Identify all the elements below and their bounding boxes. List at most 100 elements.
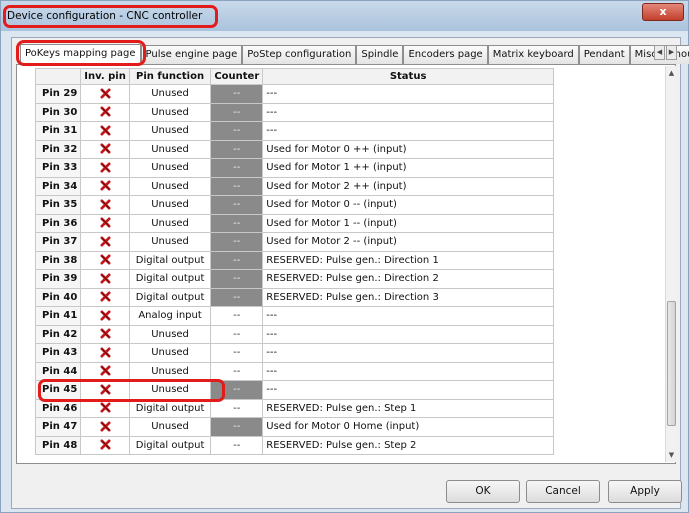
counter-cell[interactable]: -- bbox=[210, 250, 264, 270]
red-x-icon[interactable] bbox=[100, 180, 111, 191]
red-x-icon[interactable] bbox=[100, 254, 111, 265]
red-x-icon[interactable] bbox=[100, 199, 111, 210]
table-row[interactable]: Pin 47 Unused -- Used for Motor 0 Home (inp… bbox=[35, 417, 554, 437]
title-bar[interactable]: Device configuration - CNC controller x bbox=[1, 1, 688, 31]
table-row[interactable]: Pin 32 Unused -- Used for Motor 0 ++ (input… bbox=[35, 139, 554, 159]
pin-function-cell[interactable]: Unused bbox=[128, 84, 212, 104]
inv-pin-cell[interactable] bbox=[80, 435, 130, 455]
table-row[interactable]: Pin 44 Unused -- --- bbox=[35, 361, 554, 381]
counter-cell[interactable]: -- bbox=[210, 158, 264, 178]
red-x-icon[interactable] bbox=[100, 365, 111, 376]
table-row[interactable]: Pin 35 Unused -- Used for Motor 0 -- (input… bbox=[35, 195, 554, 215]
column-header-status[interactable]: Status bbox=[262, 68, 554, 85]
tab-postep-configuration[interactable]: PoStep configuration bbox=[242, 45, 357, 64]
inv-pin-cell[interactable] bbox=[80, 176, 130, 196]
counter-cell[interactable]: -- bbox=[210, 232, 264, 252]
pin-mapping-grid[interactable]: Inv. pin Pin function Counter Status Pin… bbox=[35, 68, 554, 462]
column-header-inv-pin[interactable]: Inv. pin bbox=[80, 68, 130, 85]
red-x-icon[interactable] bbox=[100, 291, 111, 302]
pin-function-cell[interactable]: Unused bbox=[128, 213, 212, 233]
inv-pin-cell[interactable] bbox=[80, 102, 130, 122]
red-x-icon[interactable] bbox=[100, 273, 111, 284]
scroll-thumb[interactable] bbox=[667, 301, 676, 426]
tab-spindle[interactable]: Spindle bbox=[356, 45, 404, 64]
red-x-icon[interactable] bbox=[100, 125, 111, 136]
table-row[interactable]: Pin 41 Analog input -- --- bbox=[35, 306, 554, 326]
inv-pin-cell[interactable] bbox=[80, 84, 130, 104]
counter-cell[interactable]: -- bbox=[210, 213, 264, 233]
table-row[interactable]: Pin 40 Digital output -- RESERVED: Pulse ge… bbox=[35, 287, 554, 307]
tab-matrix-keyboard[interactable]: Matrix keyboard bbox=[487, 45, 579, 64]
counter-cell[interactable]: -- bbox=[210, 269, 264, 289]
ok-button[interactable]: OK bbox=[446, 480, 520, 503]
inv-pin-cell[interactable] bbox=[80, 250, 130, 270]
column-header-pin-function[interactable]: Pin function bbox=[128, 68, 212, 85]
counter-cell[interactable]: -- bbox=[210, 102, 264, 122]
table-row[interactable]: Pin 30 Unused -- --- bbox=[35, 102, 554, 122]
table-row[interactable]: Pin 39 Digital output -- RESERVED: Pulse ge… bbox=[35, 269, 554, 289]
inv-pin-cell[interactable] bbox=[80, 343, 130, 363]
counter-cell[interactable]: -- bbox=[210, 121, 264, 141]
red-x-icon[interactable] bbox=[100, 402, 111, 413]
inv-pin-cell[interactable] bbox=[80, 232, 130, 252]
red-x-icon[interactable] bbox=[100, 106, 111, 117]
red-x-icon[interactable] bbox=[100, 217, 111, 228]
red-x-icon[interactable] bbox=[100, 421, 111, 432]
pin-function-cell[interactable]: Unused bbox=[128, 158, 212, 178]
red-x-icon[interactable] bbox=[100, 88, 111, 99]
table-row[interactable]: Pin 34 Unused -- Used for Motor 2 ++ (input… bbox=[35, 176, 554, 196]
red-x-icon[interactable] bbox=[100, 439, 111, 450]
column-header-counter[interactable]: Counter bbox=[210, 68, 264, 85]
pin-function-cell[interactable]: Digital output bbox=[128, 250, 212, 270]
counter-cell[interactable]: -- bbox=[210, 324, 264, 344]
pin-function-cell[interactable]: Unused bbox=[128, 139, 212, 159]
pin-function-cell[interactable]: Analog input bbox=[128, 306, 212, 326]
inv-pin-cell[interactable] bbox=[80, 269, 130, 289]
pin-function-cell[interactable]: Digital output bbox=[128, 269, 212, 289]
pin-function-cell[interactable]: Unused bbox=[128, 102, 212, 122]
pin-function-cell[interactable]: Unused bbox=[128, 361, 212, 381]
tab-scroll-left-icon[interactable]: ◀ bbox=[654, 45, 665, 60]
pin-function-cell[interactable]: Unused bbox=[128, 176, 212, 196]
counter-cell[interactable]: -- bbox=[210, 195, 264, 215]
table-row[interactable]: Pin 31 Unused -- --- bbox=[35, 121, 554, 141]
red-x-icon[interactable] bbox=[100, 236, 111, 247]
counter-cell[interactable]: -- bbox=[210, 176, 264, 196]
pin-function-cell[interactable]: Digital output bbox=[128, 435, 212, 455]
pin-function-cell[interactable]: Unused bbox=[128, 232, 212, 252]
inv-pin-cell[interactable] bbox=[80, 287, 130, 307]
tab-pendant[interactable]: Pendant bbox=[578, 45, 630, 64]
counter-cell[interactable]: -- bbox=[210, 417, 264, 437]
inv-pin-cell[interactable] bbox=[80, 306, 130, 326]
red-x-icon[interactable] bbox=[100, 347, 111, 358]
inv-pin-cell[interactable] bbox=[80, 417, 130, 437]
table-row[interactable]: Pin 42 Unused -- --- bbox=[35, 324, 554, 344]
pin-function-cell[interactable]: Digital output bbox=[128, 287, 212, 307]
tab-encoders[interactable]: Encoders page bbox=[403, 45, 488, 64]
close-button[interactable]: x bbox=[642, 3, 684, 21]
counter-cell[interactable]: -- bbox=[210, 139, 264, 159]
pin-function-cell[interactable]: Unused bbox=[128, 324, 212, 344]
inv-pin-cell[interactable] bbox=[80, 121, 130, 141]
vertical-scrollbar[interactable]: ▲ ▼ bbox=[665, 66, 676, 462]
counter-cell[interactable]: -- bbox=[210, 287, 264, 307]
table-row[interactable]: Pin 29 Unused -- --- bbox=[35, 84, 554, 104]
counter-cell[interactable]: -- bbox=[210, 343, 264, 363]
red-x-icon[interactable] bbox=[100, 310, 111, 321]
inv-pin-cell[interactable] bbox=[80, 324, 130, 344]
pin-function-cell[interactable]: Unused bbox=[128, 121, 212, 141]
table-row[interactable]: Pin 38 Digital output -- RESERVED: Pulse ge… bbox=[35, 250, 554, 270]
red-x-icon[interactable] bbox=[100, 143, 111, 154]
table-row[interactable]: Pin 48 Digital output -- RESERVED: Pulse ge… bbox=[35, 435, 554, 455]
counter-cell[interactable]: -- bbox=[210, 84, 264, 104]
inv-pin-cell[interactable] bbox=[80, 139, 130, 159]
tab-scroll-right-icon[interactable]: ▶ bbox=[666, 45, 677, 60]
scroll-up-icon[interactable]: ▲ bbox=[666, 66, 677, 80]
table-row[interactable]: Pin 33 Unused -- Used for Motor 1 ++ (input… bbox=[35, 158, 554, 178]
counter-cell[interactable]: -- bbox=[210, 306, 264, 326]
inv-pin-cell[interactable] bbox=[80, 361, 130, 381]
cancel-button[interactable]: Cancel bbox=[526, 480, 600, 503]
inv-pin-cell[interactable] bbox=[80, 195, 130, 215]
table-row[interactable]: Pin 43 Unused -- --- bbox=[35, 343, 554, 363]
red-x-icon[interactable] bbox=[100, 328, 111, 339]
